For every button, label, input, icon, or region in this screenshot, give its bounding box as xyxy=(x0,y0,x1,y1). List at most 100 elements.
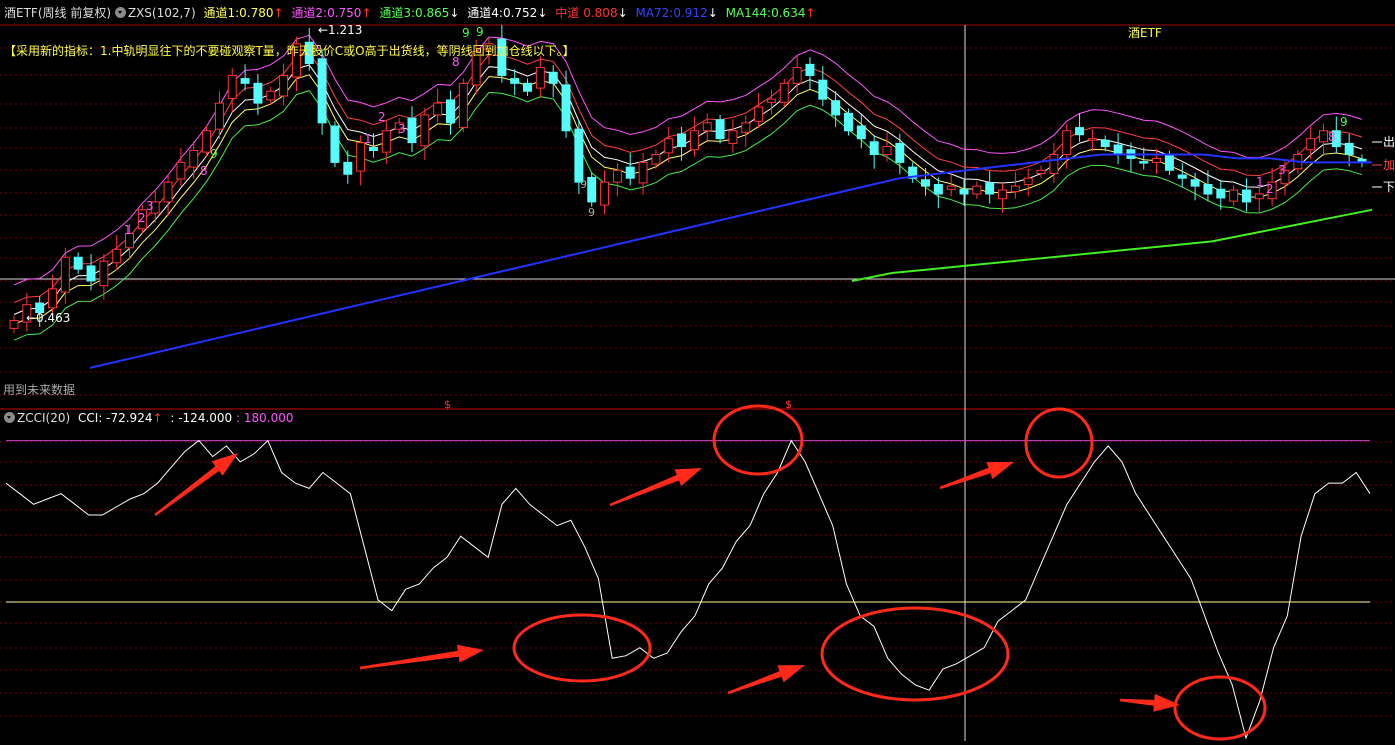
cci-low-level: : -124.000 xyxy=(170,411,233,425)
dropdown-icon[interactable] xyxy=(4,412,15,423)
candle-body-up xyxy=(972,185,982,195)
candle-body-up xyxy=(266,90,276,101)
candle-body-down xyxy=(1075,127,1085,136)
candle xyxy=(972,181,982,199)
candle-body-up xyxy=(1254,193,1264,200)
candle xyxy=(317,49,327,135)
td-count: 1 xyxy=(1256,175,1264,189)
candle xyxy=(433,88,443,123)
candle xyxy=(535,55,545,98)
candle-body-up xyxy=(728,130,738,144)
candle-body-up xyxy=(48,288,57,309)
candle-body-up xyxy=(792,67,802,84)
candle xyxy=(959,179,969,206)
candle xyxy=(1306,126,1316,160)
dropdown-icon[interactable] xyxy=(114,7,126,18)
candle xyxy=(818,65,828,107)
candle xyxy=(9,315,19,334)
candle-body-up xyxy=(535,67,545,89)
candle-body-down xyxy=(818,79,828,100)
cci-indicator-name[interactable]: ZCCI(20) xyxy=(17,411,70,425)
candle-body-down xyxy=(921,179,930,187)
candle xyxy=(548,65,558,98)
price-low-label: ←0.463 xyxy=(26,311,70,325)
ma144-arrow: ↑ xyxy=(805,6,816,20)
cci-header: ZCCI(20) CCI: -72.924↑ : -124.000 : 180.… xyxy=(4,411,293,425)
candle-body-up xyxy=(754,106,764,122)
candle xyxy=(240,64,250,91)
candle-body-up xyxy=(381,130,391,153)
td-count: 2 xyxy=(138,211,146,225)
candle-body-up xyxy=(214,102,224,130)
candle-body-down xyxy=(959,188,969,195)
candle xyxy=(1075,113,1085,142)
td-count: 8 xyxy=(200,164,208,178)
channel1-label: 通道1: xyxy=(203,6,240,20)
annotation-layer xyxy=(154,404,1267,741)
candle-body-up xyxy=(882,146,892,155)
td-count: 2 xyxy=(378,110,386,124)
candle xyxy=(600,170,610,215)
candle xyxy=(702,113,712,143)
candle-body-up xyxy=(651,153,661,165)
td-count: 9 xyxy=(580,178,587,191)
annotation-arrow xyxy=(609,468,702,507)
candle-body-up xyxy=(163,181,173,203)
candle xyxy=(523,78,533,96)
candle xyxy=(163,175,173,217)
ma144-value: 0.634 xyxy=(771,6,806,20)
candle xyxy=(1241,178,1251,212)
chart-title: 酒ETF xyxy=(1128,26,1162,40)
candle-body-up xyxy=(1010,185,1020,193)
candle-body-up xyxy=(99,260,109,287)
candle xyxy=(921,167,930,196)
candle-body-down xyxy=(715,119,725,140)
price-high-label: ←1.213 xyxy=(318,23,362,37)
candle xyxy=(741,115,751,147)
candle-body-down xyxy=(253,82,263,104)
candle xyxy=(612,163,622,197)
candle xyxy=(561,70,571,138)
chart-stage: ←1.213 ←0.463 出加下 1 2 3 8 9 1 2 3 8 9 9 1 2 3 8 9 9 9 $ $ 酒ETF… xyxy=(0,0,1395,741)
candle xyxy=(1254,186,1264,213)
candle-body-down xyxy=(985,182,995,195)
candle xyxy=(625,152,635,186)
candle-body-up xyxy=(600,181,610,206)
candle-body-down xyxy=(1203,184,1213,195)
candle-body-down xyxy=(1216,188,1226,199)
candle-body-down xyxy=(574,128,584,183)
candle-body-up xyxy=(998,189,1008,200)
candle xyxy=(1023,168,1033,197)
td-count: 3 xyxy=(398,122,406,136)
ma72-arrow: ↓ xyxy=(707,6,718,20)
td-count: 9 xyxy=(1340,115,1348,129)
candle-body-down xyxy=(343,161,353,175)
candle xyxy=(882,132,892,162)
channel4-arrow: ↓ xyxy=(537,6,548,20)
channel3-line xyxy=(13,64,1363,315)
future-data-label: 用到未来数据 xyxy=(3,383,76,397)
candle-body-down xyxy=(856,125,866,140)
candle-body-up xyxy=(946,185,956,190)
indicator-name[interactable]: ZXS(102,7) xyxy=(128,6,196,20)
candle-body-up xyxy=(60,256,70,293)
ma72-value: 0.912 xyxy=(673,6,708,20)
candle xyxy=(779,78,789,108)
td-count: 3 xyxy=(146,199,154,213)
dollar-marker: $ xyxy=(785,398,792,411)
candle-body-up xyxy=(689,130,699,151)
candle-body-down xyxy=(330,125,340,163)
annotation-arrow xyxy=(727,665,805,695)
dollar-marker: $ xyxy=(444,398,451,411)
candle-body-up xyxy=(9,319,19,329)
candle xyxy=(1152,148,1162,175)
candle-body-down xyxy=(548,71,558,84)
td-count: 3 xyxy=(1278,163,1286,177)
channel1-arrow: ↑ xyxy=(273,6,284,20)
highlight-circle xyxy=(512,613,652,683)
candle-body-down xyxy=(895,142,905,163)
candle xyxy=(510,69,520,96)
ma72-label: MA72: xyxy=(635,6,674,20)
candle-body-down xyxy=(1164,154,1174,171)
candle xyxy=(381,121,391,164)
